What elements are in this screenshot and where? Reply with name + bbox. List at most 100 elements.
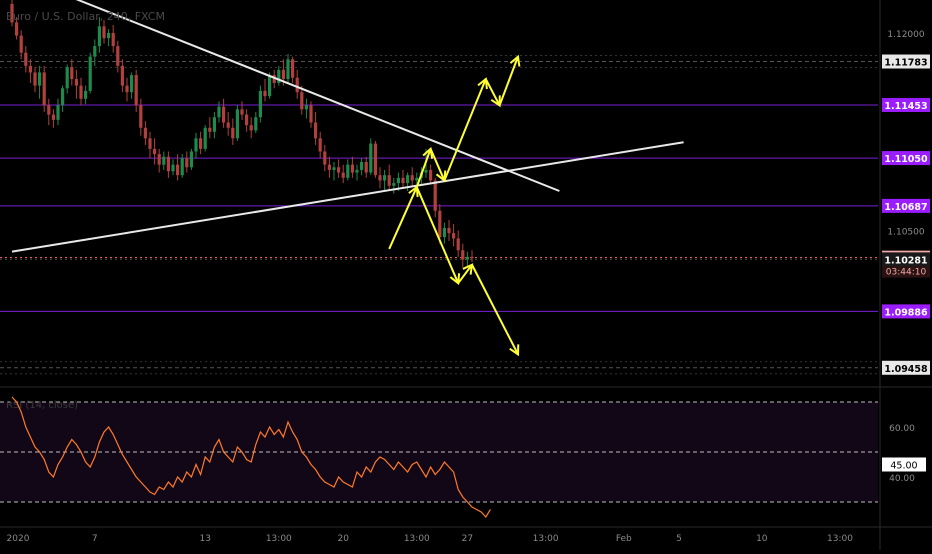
time-tick-label: 7 (92, 534, 98, 544)
candle-body (369, 143, 373, 173)
candle-body (199, 138, 203, 149)
candle-body (383, 175, 387, 181)
candle-body (337, 167, 341, 173)
candle-body (208, 127, 212, 132)
level-label: 1.09886 (884, 307, 928, 318)
candle-body (171, 164, 175, 172)
time-tick-label: 10 (756, 534, 768, 544)
level-label: 1.10687 (884, 202, 927, 213)
candle-body (286, 59, 290, 80)
candle-body (470, 256, 474, 259)
level-label: 1.09458 (884, 364, 928, 375)
candle-body (65, 67, 69, 89)
candle-body (304, 105, 308, 110)
price-tick-label: 1.10500 (887, 228, 924, 238)
rsi-band-fill (0, 402, 878, 502)
candle-body (396, 177, 400, 184)
candle-body (438, 210, 442, 238)
candle-body (226, 122, 230, 128)
time-tick-label: 13:00 (827, 534, 853, 544)
candle-body (38, 72, 42, 86)
candle-body (84, 90, 88, 99)
candle-body (332, 167, 336, 170)
candle-body (268, 75, 272, 97)
candle-body (24, 52, 28, 66)
candle-body (281, 69, 285, 80)
candle-body (327, 164, 331, 170)
time-tick-label: 13:00 (266, 534, 292, 544)
candle-body (93, 46, 97, 57)
candle-body (364, 162, 368, 173)
candle-body (185, 158, 189, 168)
candle-body (235, 109, 239, 139)
candle-body (373, 143, 377, 176)
candle-body (189, 151, 193, 168)
candle-body (258, 90, 262, 118)
candle-body (245, 114, 249, 126)
candle-body (401, 177, 405, 184)
candle-body (254, 117, 258, 131)
symbol-title: Euro / U.S. Dollar, 240, FXCM (6, 10, 165, 23)
candle-body (79, 85, 83, 99)
candle-body (19, 35, 23, 53)
candle-body (125, 85, 129, 93)
candle-body (231, 127, 235, 139)
candle-body (33, 72, 37, 86)
candle-body (111, 32, 115, 47)
candle-body (166, 156, 170, 172)
time-tick-label: 13 (199, 534, 210, 544)
time-tick-label: 13:00 (404, 534, 430, 544)
candle-body (47, 105, 51, 115)
candle-body (180, 158, 184, 176)
level-label: 1.11050 (884, 154, 928, 165)
candle-body (355, 169, 359, 173)
candle-body (392, 183, 396, 186)
candle-body (162, 156, 166, 165)
candle-body (203, 127, 207, 149)
candle-body (157, 154, 161, 165)
time-tick-label: 20 (337, 534, 349, 544)
rsi-pane: RSI (14, close) (0, 396, 878, 518)
level-label: 1.11783 (884, 58, 927, 69)
candle-body (107, 32, 111, 39)
candle-body (341, 172, 345, 178)
rsi-current-label: 45.00 (890, 461, 917, 472)
candle-body (429, 169, 433, 181)
candle-body (139, 105, 143, 128)
candle-body (415, 177, 419, 181)
candle-body (323, 151, 327, 165)
rsi-tick-label: 40.00 (889, 474, 915, 484)
candle-body (217, 106, 221, 118)
level-label: 1.11453 (884, 101, 927, 112)
candle-body (102, 26, 106, 39)
candle-body (424, 169, 428, 173)
candle-body (263, 90, 267, 97)
candle-body (42, 72, 46, 106)
candle-body (143, 127, 147, 139)
candle-body (176, 164, 180, 176)
candle-body (406, 175, 410, 184)
time-tick-label: 5 (676, 534, 682, 544)
candle-body (360, 162, 364, 170)
candle-body (295, 77, 299, 93)
candle-body (452, 233, 456, 239)
candle-body (61, 88, 65, 106)
chart-svg: RSI (14, close) 1.11783 1.11453 1.11050 1.1… (0, 0, 932, 550)
candle-body (222, 106, 226, 123)
candle-body (447, 227, 451, 234)
candle-body (433, 180, 437, 211)
candle-body (346, 164, 350, 178)
candle-body (56, 105, 60, 120)
candle-body (318, 138, 322, 152)
candle-body (153, 148, 157, 155)
time-tick-label: 27 (462, 534, 473, 544)
candle-body (410, 175, 414, 181)
candle-body (291, 59, 295, 78)
countdown-label: 03:44:10 (886, 268, 927, 278)
candle-body (309, 105, 313, 123)
candle-body (461, 250, 465, 260)
candle-body (212, 117, 216, 132)
candle-body (249, 125, 253, 131)
candle-body (314, 122, 318, 139)
time-tick-label: 13:00 (533, 534, 559, 544)
